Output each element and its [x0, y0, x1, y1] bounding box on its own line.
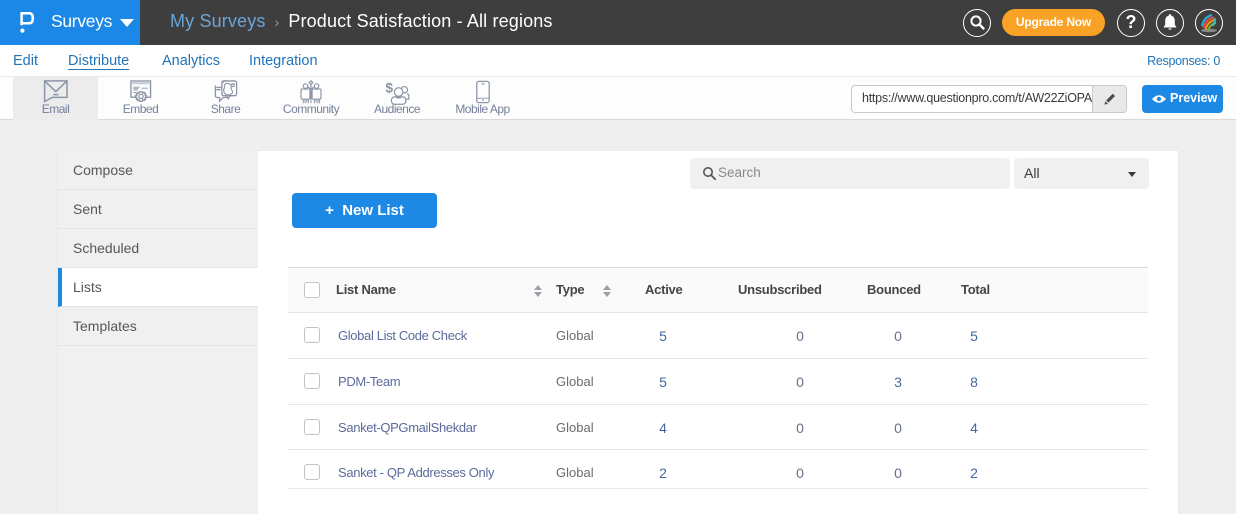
svg-text:$: $ — [385, 80, 393, 96]
